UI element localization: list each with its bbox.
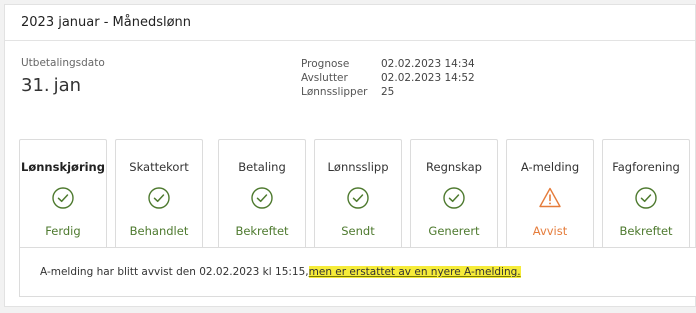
tab-status: Bekreftet [619, 224, 673, 238]
tab-detail-panel: A-melding har blitt avvist den 02.02.202… [19, 247, 696, 297]
card-header: 2023 januar - Månedslønn [5, 5, 695, 41]
tab-status: Generert [428, 224, 480, 238]
check-circle-icon [251, 187, 273, 209]
tab-regnskap[interactable]: Regnskap Generert [410, 139, 498, 247]
tab-title: A-melding [520, 160, 580, 174]
tab-status: Sendt [341, 224, 375, 238]
tab-title: Lønnsslipp [327, 160, 389, 174]
warning-triangle-icon [539, 187, 561, 208]
tab-lonnskjoring[interactable]: Lønnskjøring Ferdig [19, 139, 107, 247]
tab-skattekort[interactable]: Skattekort Behandlet [115, 139, 203, 247]
meta-key-avslutter: Avslutter [301, 72, 348, 84]
tab-status: Behandlet [129, 224, 189, 238]
run-meta: Prognose 02.02.2023 14:34 Avslutter 02.0… [301, 58, 475, 98]
payment-date-summary: Utbetalingsdato 31. jan [21, 57, 105, 96]
page-title: 2023 januar - Månedslønn [21, 15, 192, 30]
tab-title: Fagforening [612, 160, 680, 174]
tab-status: Bekreftet [235, 224, 289, 238]
payroll-run-card: 2023 januar - Månedslønn Utbetalingsdato… [4, 4, 696, 307]
tab-fagforening[interactable]: Fagforening Bekreftet [602, 139, 690, 247]
check-circle-icon [52, 187, 74, 209]
status-message: A-melding har blitt avvist den 02.02.202… [40, 266, 309, 278]
tab-title: Skattekort [129, 160, 189, 174]
check-circle-icon [635, 187, 657, 209]
tab-status: Ferdig [45, 224, 81, 238]
payment-date-day: 31. [21, 75, 50, 96]
check-circle-icon [347, 187, 369, 209]
meta-key-lonnsslipper: Lønnsslipper [301, 86, 368, 98]
check-circle-icon [148, 187, 170, 209]
check-circle-icon [443, 187, 465, 209]
payment-date: 31. jan [21, 75, 105, 96]
tab-status: Avvist [532, 224, 568, 238]
payment-date-month: jan [53, 75, 82, 96]
process-steps: Lønnskjøring Ferdig Skattekort Behandlet… [19, 139, 696, 247]
highlighted-message: men er erstattet av en nyere A-melding. [308, 266, 521, 278]
meta-value-prognose: 02.02.2023 14:34 [381, 58, 475, 70]
meta-value-avslutter: 02.02.2023 14:52 [381, 72, 475, 84]
tab-betaling[interactable]: Betaling Bekreftet [218, 139, 306, 247]
tab-title: Lønnskjøring [21, 160, 105, 174]
tab-lonnsslipp[interactable]: Lønnsslipp Sendt [314, 139, 402, 247]
tab-title: Betaling [238, 160, 286, 174]
meta-key-prognose: Prognose [301, 58, 350, 70]
tab-title: Regnskap [426, 160, 482, 174]
payment-date-label: Utbetalingsdato [21, 57, 105, 69]
meta-value-lonnsslipper: 25 [381, 86, 395, 98]
tab-a-melding[interactable]: A-melding Avvist [506, 139, 594, 247]
